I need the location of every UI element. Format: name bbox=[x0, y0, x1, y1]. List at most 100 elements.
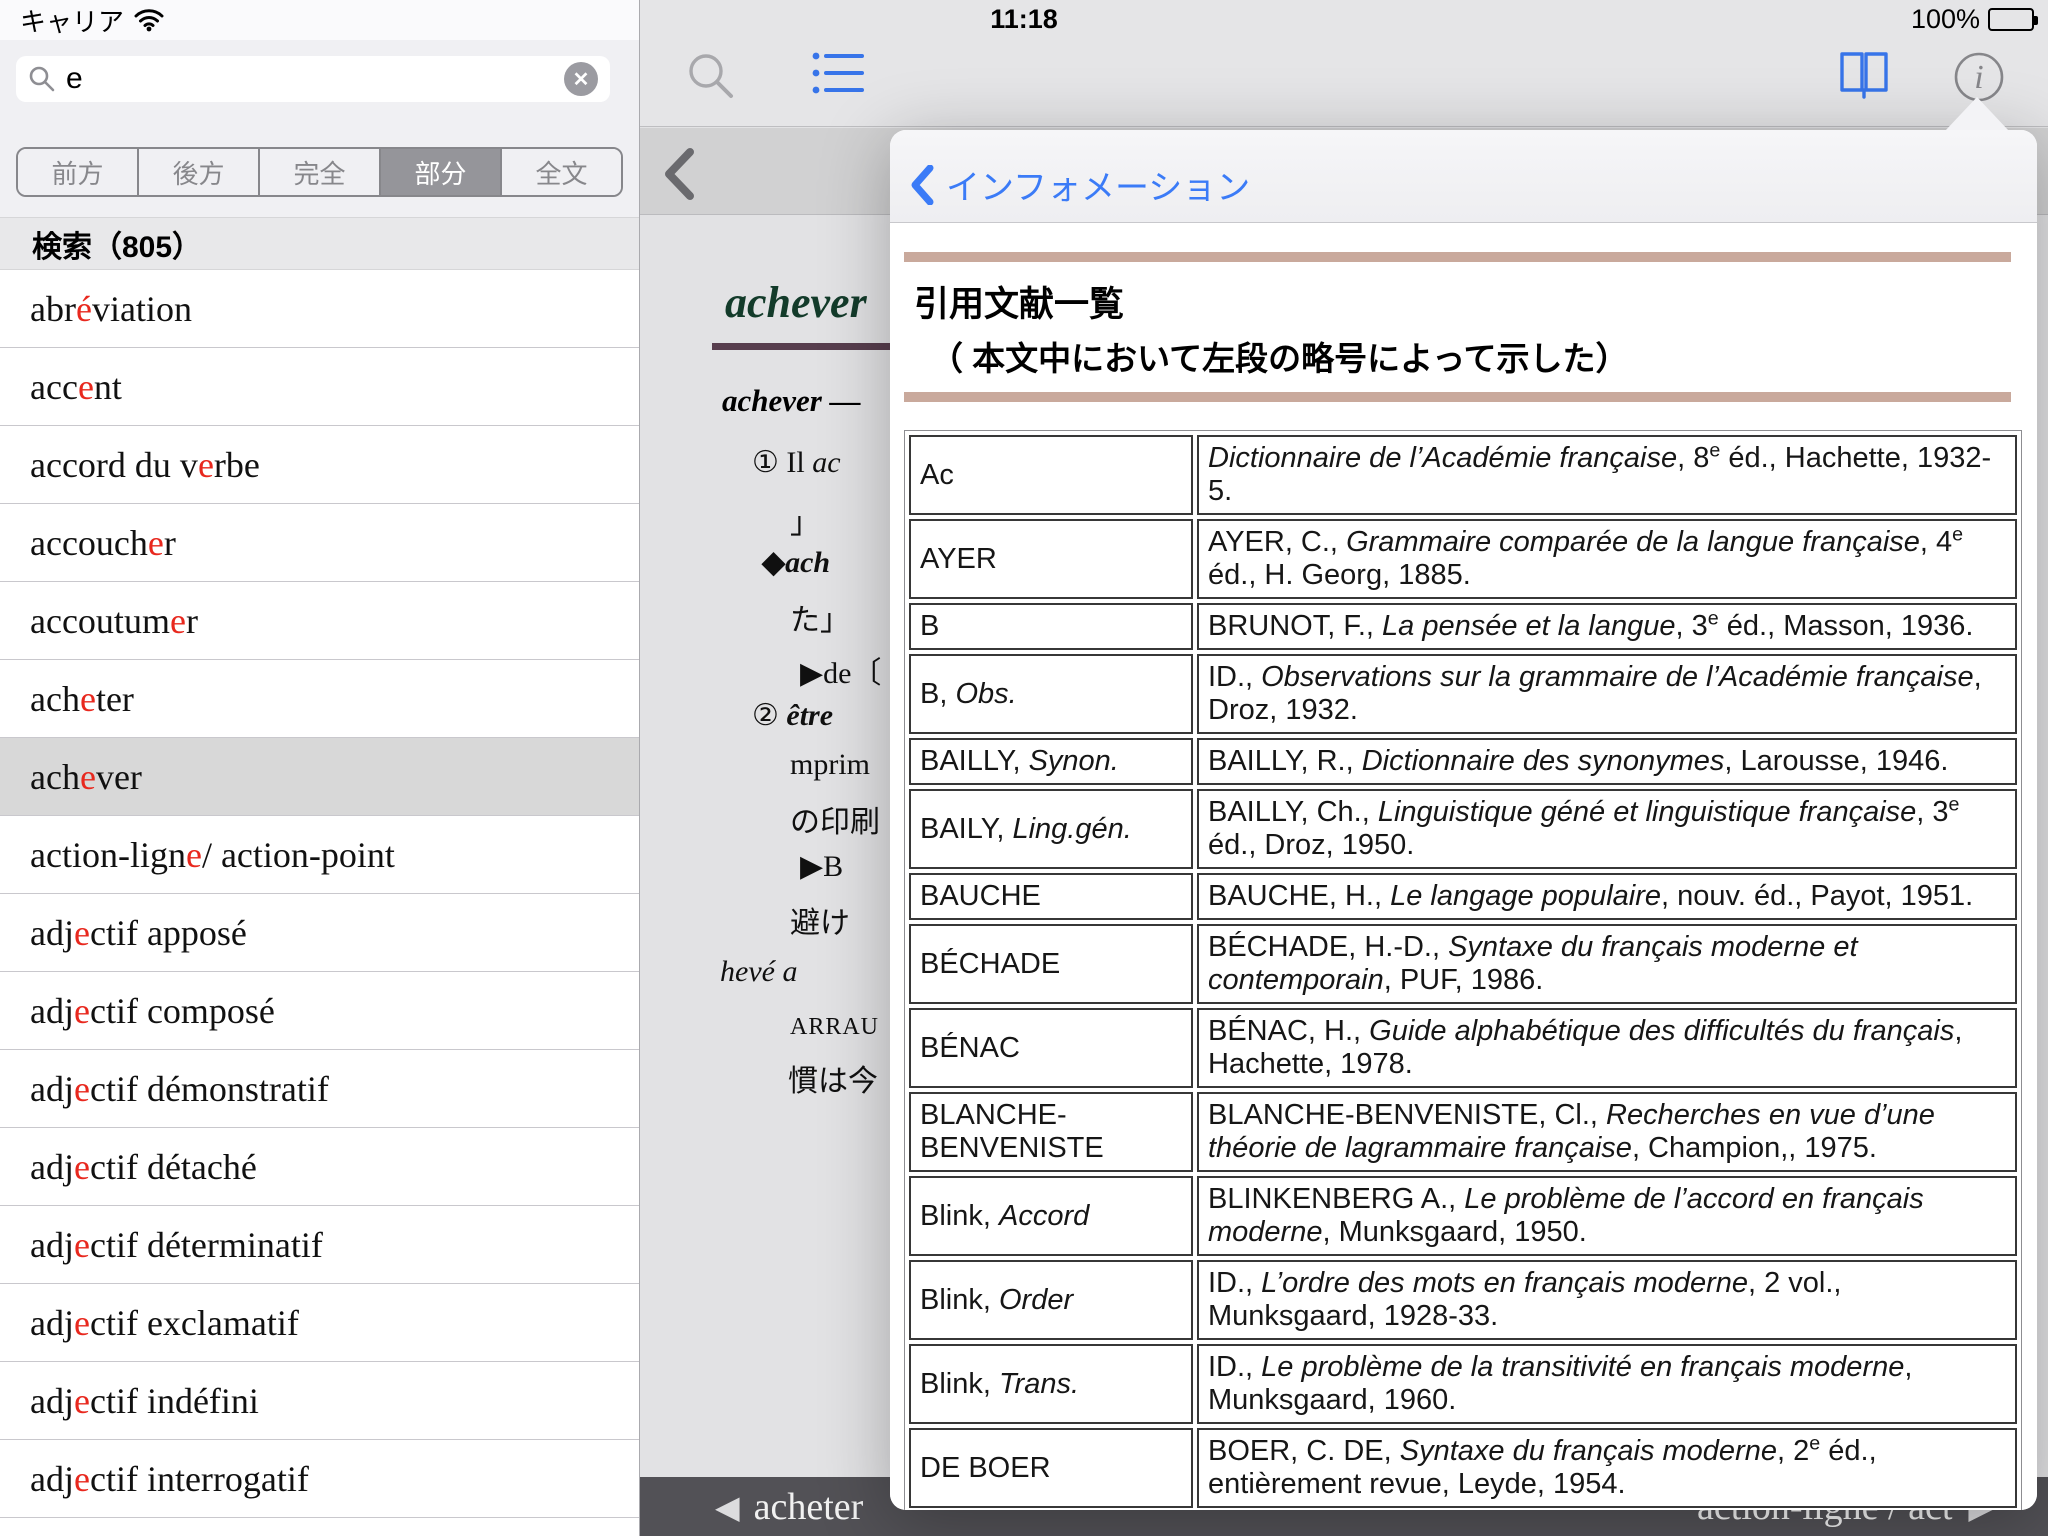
text-run: DE BOER bbox=[920, 1452, 1051, 1484]
citation-row: BLANCHE-BENVENISTEBLANCHE-BENVENISTE, Cl… bbox=[909, 1092, 2017, 1172]
segment-button[interactable]: 部分 bbox=[381, 149, 502, 195]
text-run: ac bbox=[812, 446, 840, 479]
popover-back-label: インフォメーション bbox=[946, 160, 1250, 209]
text-run: BÉNAC, H., bbox=[1208, 1015, 1369, 1047]
battery-status: 100% bbox=[1911, 4, 2034, 35]
toolbar-index-list-icon[interactable] bbox=[812, 50, 864, 96]
result-list-item[interactable]: accoucher bbox=[0, 504, 639, 582]
segment-button[interactable]: 完全 bbox=[260, 149, 381, 195]
result-list-item[interactable]: accoutumer bbox=[0, 582, 639, 660]
result-text: adj bbox=[30, 1380, 74, 1422]
result-list-item[interactable]: adjectif apposé bbox=[0, 894, 639, 972]
citation-abbr-cell: Blink, Accord bbox=[909, 1176, 1193, 1256]
citation-row: BAUCHEBAUCHE, H., Le langage populaire, … bbox=[909, 873, 2017, 920]
result-list-item[interactable]: adjectif détaché bbox=[0, 1128, 639, 1206]
citation-abbr-cell: AYER bbox=[909, 519, 1193, 599]
text-run: , 3 bbox=[1916, 796, 1948, 828]
headword-rule bbox=[712, 343, 890, 350]
citation-ref-cell: BAILLY, R., Dictionnaire des synonymes, … bbox=[1197, 738, 2017, 785]
result-text: nt bbox=[94, 366, 122, 408]
text-run: Trans. bbox=[999, 1368, 1079, 1400]
prev-entry-button[interactable]: ◀ acheter bbox=[715, 1485, 863, 1529]
text-run: Obs. bbox=[955, 678, 1016, 710]
bibliography-title: 引用文献一覧 bbox=[914, 276, 1124, 327]
clear-search-icon[interactable]: ✕ bbox=[564, 62, 598, 96]
result-list-item[interactable]: action-ligne / action-point bbox=[0, 816, 639, 894]
toolbar-info-icon[interactable]: i bbox=[1952, 50, 2006, 104]
result-list-item[interactable]: abréviation bbox=[0, 270, 639, 348]
result-list-item[interactable]: adjectif déterminatif bbox=[0, 1206, 639, 1284]
result-text: ctif déterminatif bbox=[90, 1224, 323, 1266]
text-run: BÉCHADE bbox=[920, 948, 1060, 980]
result-list-item[interactable]: achever bbox=[0, 738, 639, 816]
citation-ref-cell: AYER, C., Grammaire comparée de la langu… bbox=[1197, 519, 2017, 599]
segment-button[interactable]: 後方 bbox=[139, 149, 260, 195]
text-run: ID., bbox=[1208, 1267, 1261, 1299]
text-run: Observations sur la grammaire de l’Acadé… bbox=[1261, 661, 1973, 693]
citation-ref-cell: BÉNAC, H., Guide alphabétique des diffic… bbox=[1197, 1008, 2017, 1088]
citation-row: BÉCHADEBÉCHADE, H.-D., Syntaxe du frança… bbox=[909, 924, 2017, 1004]
citation-abbr-cell: BÉNAC bbox=[909, 1008, 1193, 1088]
result-list-item[interactable]: adjectif composé bbox=[0, 972, 639, 1050]
text-run: Linguistique géné et linguistique frança… bbox=[1378, 796, 1916, 828]
result-text: adj bbox=[30, 1302, 74, 1344]
result-text: ctif détaché bbox=[90, 1146, 257, 1188]
segment-button[interactable]: 前方 bbox=[18, 149, 139, 195]
text-run: ② bbox=[752, 699, 786, 732]
toolbar-bookmark-book-icon[interactable] bbox=[1838, 50, 1890, 100]
segment-button[interactable]: 全文 bbox=[502, 149, 621, 195]
battery-icon bbox=[1988, 8, 2034, 31]
result-text: ver bbox=[96, 756, 142, 798]
result-text: ter bbox=[96, 678, 134, 720]
citation-ref-cell: BOER, C. DE, Syntaxe du français moderne… bbox=[1197, 1428, 2017, 1508]
text-run: B, bbox=[920, 678, 955, 710]
result-text: e bbox=[74, 1380, 90, 1422]
text-run: Ac bbox=[920, 459, 954, 491]
citation-ref-cell: ID., Observations sur la grammaire de l’… bbox=[1197, 654, 2017, 734]
search-panel: ✕ 前方後方完全部分全文 bbox=[0, 40, 639, 217]
result-text: e bbox=[78, 366, 94, 408]
text-run: Blink, bbox=[920, 1368, 999, 1400]
popover-back-button[interactable]: インフォメーション bbox=[910, 160, 1250, 209]
text-run: Syntaxe du français moderne bbox=[1400, 1435, 1777, 1467]
citation-ref-cell: BLINKENBERG A., Le problème de l’accord … bbox=[1197, 1176, 2017, 1256]
citation-row: BAILY, Ling.gén. BAILLY, Ch., Linguistiqu… bbox=[909, 789, 2017, 869]
result-text: é bbox=[76, 288, 92, 330]
result-list-item[interactable]: adjectif indéfini bbox=[0, 1362, 639, 1440]
result-list-item[interactable]: adjectif exclamatif bbox=[0, 1284, 639, 1362]
text-run: AYER, C., bbox=[1208, 526, 1346, 558]
citation-ref-cell: Dictionnaire de l’Académie française, 8e… bbox=[1197, 435, 2017, 515]
citation-abbr-cell: BAILY, Ling.gén. bbox=[909, 789, 1193, 869]
toolbar-search-icon[interactable] bbox=[685, 50, 737, 102]
text-run: e bbox=[1709, 439, 1720, 461]
result-list-item[interactable]: adjectif démonstratif bbox=[0, 1050, 639, 1128]
text-run: た」 bbox=[790, 604, 850, 637]
text-run: être bbox=[786, 699, 833, 732]
result-text: e bbox=[74, 1146, 90, 1188]
search-input[interactable] bbox=[56, 62, 564, 96]
result-list-item[interactable]: accord du verbe bbox=[0, 426, 639, 504]
result-text: e bbox=[170, 600, 186, 642]
text-run: ID., bbox=[1208, 1351, 1261, 1383]
result-list-item[interactable]: accent bbox=[0, 348, 639, 426]
text-run: Ling.gén. bbox=[1012, 813, 1131, 845]
text-run: BAILY, bbox=[920, 813, 1012, 845]
search-field[interactable]: ✕ bbox=[16, 56, 610, 102]
result-list-item[interactable]: adjectif interrogatif bbox=[0, 1440, 639, 1518]
text-run: BAILLY, bbox=[920, 745, 1029, 777]
text-run: BAILLY, Ch., bbox=[1208, 796, 1378, 828]
result-text: e bbox=[74, 1224, 90, 1266]
citation-abbr-cell: BAUCHE bbox=[909, 873, 1193, 920]
citation-row: Blink, Trans.ID., Le problème de la tran… bbox=[909, 1344, 2017, 1424]
result-text: e bbox=[80, 756, 96, 798]
text-run: ach bbox=[785, 546, 830, 579]
battery-percent-label: 100% bbox=[1911, 4, 1980, 35]
dictionary-entry-fragment: achever achever — ① Il ac」◆achた」▶de〔② êt… bbox=[640, 215, 890, 1477]
text-run: Blink, bbox=[920, 1200, 999, 1232]
result-text: action-lign bbox=[30, 834, 186, 876]
result-text: adj bbox=[30, 1458, 74, 1500]
back-chevron-icon[interactable] bbox=[662, 148, 696, 200]
result-list-item[interactable]: acheter bbox=[0, 660, 639, 738]
result-text: ctif exclamatif bbox=[90, 1302, 299, 1344]
entry-text-line: ◆ach bbox=[762, 545, 830, 580]
